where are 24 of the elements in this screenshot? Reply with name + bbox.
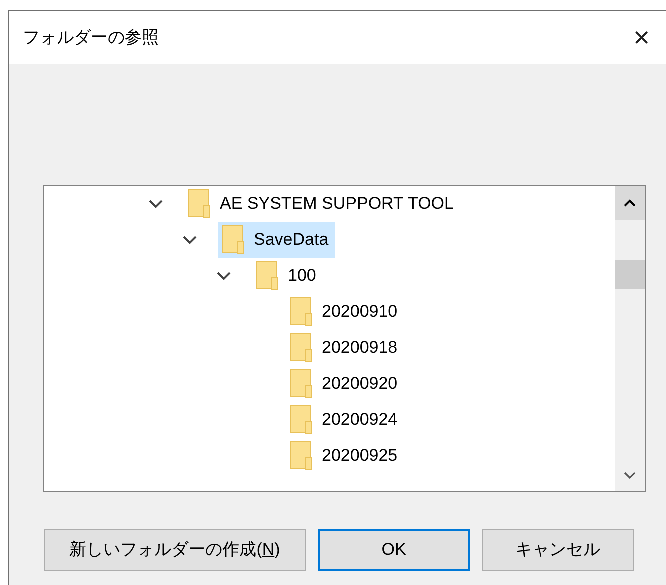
scrollbar[interactable] bbox=[615, 186, 645, 491]
dialog-button[interactable]: 新しいフォルダーの作成(N) bbox=[44, 529, 306, 571]
folder-icon bbox=[290, 333, 314, 363]
folder-item[interactable]: 20200920 bbox=[286, 366, 404, 402]
dialog-button[interactable]: OK bbox=[318, 529, 470, 571]
folder-icon bbox=[290, 369, 314, 399]
folder-item[interactable]: 100 bbox=[252, 258, 322, 294]
window-title: フォルダーの参照 bbox=[23, 26, 159, 49]
close-button[interactable]: × bbox=[630, 24, 654, 52]
folder-item[interactable]: 20200924 bbox=[286, 402, 404, 438]
folder-icon bbox=[188, 189, 212, 219]
folder-item[interactable]: 20200925 bbox=[286, 438, 404, 474]
scroll-up-icon[interactable] bbox=[615, 186, 645, 220]
scroll-thumb[interactable] bbox=[615, 260, 645, 289]
folder-item[interactable]: AE SYSTEM SUPPORT TOOL bbox=[184, 186, 460, 222]
folder-item[interactable]: 20200910 bbox=[286, 294, 404, 330]
dialog-button[interactable]: キャンセル bbox=[482, 529, 634, 571]
folder-item[interactable]: SaveData bbox=[218, 222, 335, 258]
folder-icon bbox=[290, 441, 314, 471]
folder-icon bbox=[256, 261, 280, 291]
folder-icon bbox=[222, 225, 246, 255]
folder-icon bbox=[290, 405, 314, 435]
folder-icon bbox=[290, 297, 314, 327]
folder-item[interactable]: 20200918 bbox=[286, 330, 404, 366]
